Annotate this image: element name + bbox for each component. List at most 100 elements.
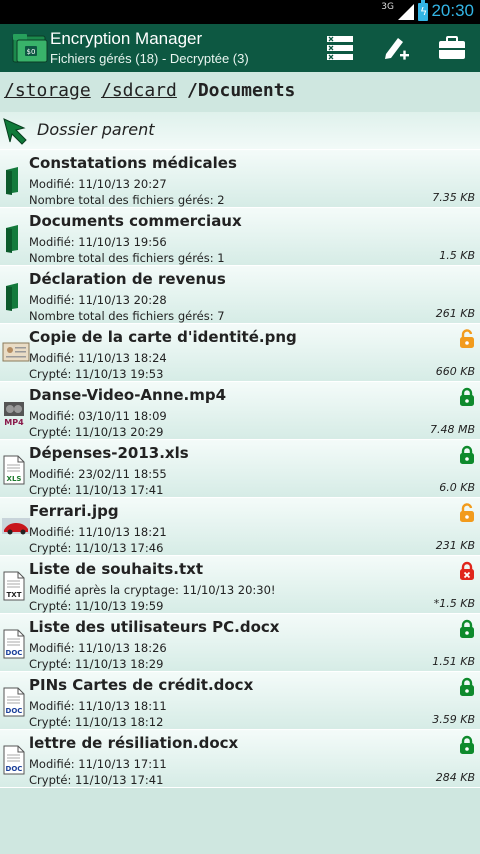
file-modified: Modifié: 11/10/13 18:11 [29,699,167,713]
image-car-icon [2,512,30,544]
file-size: 660 KB [435,365,475,378]
file-modified: Modifié: 11/10/13 19:56 [29,235,167,249]
file-size: 7.35 KB [432,191,475,204]
svg-text:DOC: DOC [6,765,23,773]
breadcrumb-sdcard[interactable]: /sdcard [101,80,177,101]
lock-closed-icon[interactable] [459,445,475,465]
svg-text:DOC: DOC [6,707,23,715]
file-modified: Modifié: 11/10/13 18:26 [29,641,167,655]
file-detail: Crypté: 11/10/13 18:29 [29,657,164,671]
battery-icon: ϟ [418,0,428,21]
file-detail: Crypté: 11/10/13 17:41 [29,483,164,497]
file-row-1[interactable]: Documents commerciaux Modifié: 11/10/13 … [0,208,480,266]
file-size: 6.0 KB [439,481,475,494]
breadcrumb: /storage /sdcard /Documents [0,72,480,112]
svg-text:TXT: TXT [7,591,22,599]
action-bar: $0 Encryption Manager Fichiers gérés (18… [0,24,480,72]
arrow-up-left-icon [3,118,27,145]
file-row-9[interactable]: DOC PINs Cartes de crédit.docx Modifié: … [0,672,480,730]
file-name: Déclaration de revenus [29,270,226,288]
status-clock: 20:30 [431,1,474,20]
video-icon: MP4 [2,396,26,428]
file-detail: Crypté: 11/10/13 17:41 [29,773,164,787]
file-size: 3.59 KB [432,713,475,726]
file-name: Copie de la carte d'identité.png [29,328,297,346]
svg-text:DOC: DOC [6,649,23,657]
file-row-8[interactable]: DOC Liste des utilisateurs PC.docx Modif… [0,614,480,672]
lock-closed-icon[interactable] [459,387,475,407]
lock-closed-icon[interactable] [459,619,475,639]
file-modified: Modifié: 11/10/13 20:27 [29,177,167,191]
breadcrumb-storage[interactable]: /storage [4,80,91,101]
svg-text:$0: $0 [27,48,36,56]
file-list: Constatations médicales Modifié: 11/10/1… [0,150,480,788]
lock-open-icon[interactable] [459,329,475,349]
file-detail: Nombre total des fichiers gérés: 7 [29,309,225,323]
edit-add-icon[interactable] [380,32,412,64]
file-row-5[interactable]: XLS Dépenses-2013.xls Modifié: 23/02/11 … [0,440,480,498]
file-size: 1.51 KB [432,655,475,668]
image-id-icon [2,338,30,370]
file-size: *1.5 KB [433,597,475,610]
file-row-3[interactable]: Copie de la carte d'identité.png Modifié… [0,324,480,382]
file-name: Documents commerciaux [29,212,242,230]
file-size: 284 KB [435,771,475,784]
file-detail: Nombre total des fichiers gérés: 2 [29,193,225,207]
file-row-10[interactable]: DOC lettre de résiliation.docx Modifié: … [0,730,480,788]
file-name: Ferrari.jpg [29,502,119,520]
file-modified: Modifié: 11/10/13 18:21 [29,525,167,539]
briefcase-icon[interactable] [436,32,468,64]
file-name: Liste des utilisateurs PC.docx [29,618,280,636]
file-modified: Modifié après la cryptage: 11/10/13 20:3… [29,583,276,597]
file-row-7[interactable]: TXT Liste de souhaits.txt Modifié après … [0,556,480,614]
file-size: 1.5 KB [439,249,475,262]
signal-icon [398,4,414,20]
folder-icon [2,280,26,312]
app-subtitle: Fichiers gérés (18) - Decryptée (3) [50,51,249,66]
file-detail: Nombre total des fichiers gérés: 1 [29,251,225,265]
file-name: Constatations médicales [29,154,237,172]
file-modified: Modifié: 03/10/11 18:09 [29,409,167,423]
folder-icon [2,222,26,254]
svg-text:XLS: XLS [7,475,22,483]
file-row-2[interactable]: Déclaration de revenus Modifié: 11/10/13… [0,266,480,324]
file-detail: Crypté: 11/10/13 19:53 [29,367,164,381]
file-detail: Crypté: 11/10/13 18:12 [29,715,164,729]
file-name: Danse-Video-Anne.mp4 [29,386,227,404]
file-name: Dépenses-2013.xls [29,444,189,462]
doc-icon: DOC [2,628,26,660]
folder-icon [2,164,26,196]
parent-folder-label: Dossier parent [37,120,155,139]
file-detail: Crypté: 11/10/13 20:29 [29,425,164,439]
file-row-4[interactable]: MP4 Danse-Video-Anne.mp4 Modifié: 03/10/… [0,382,480,440]
file-size: 261 KB [435,307,475,320]
file-size: 7.48 MB [429,423,475,436]
file-row-0[interactable]: Constatations médicales Modifié: 11/10/1… [0,150,480,208]
file-name: Liste de souhaits.txt [29,560,203,578]
file-name: lettre de résiliation.docx [29,734,239,752]
lock-closed-icon[interactable] [459,677,475,697]
app-title: Encryption Manager [50,29,203,48]
xls-icon: XLS [2,454,26,486]
parent-folder-row[interactable]: Dossier parent [0,112,480,150]
file-modified: Modifié: 11/10/13 17:11 [29,757,167,771]
file-modified: Modifié: 11/10/13 18:24 [29,351,167,365]
breadcrumb-documents: /Documents [187,80,296,101]
status-bar: 3G ϟ 20:30 [0,0,480,24]
file-name: PINs Cartes de crédit.docx [29,676,254,694]
file-row-6[interactable]: Ferrari.jpg Modifié: 11/10/13 18:21 Cryp… [0,498,480,556]
lock-closed-icon[interactable] [459,735,475,755]
txt-icon: TXT [2,570,26,602]
lock-error-icon[interactable] [459,561,475,581]
doc-icon: DOC [2,744,26,776]
app-folder-icon[interactable]: $0 [12,32,48,64]
file-detail: Crypté: 11/10/13 19:59 [29,599,164,613]
file-modified: Modifié: 11/10/13 20:28 [29,293,167,307]
select-list-icon[interactable] [324,32,356,64]
network-type: 3G [381,2,394,12]
lock-open-icon[interactable] [459,503,475,523]
file-detail: Crypté: 11/10/13 17:46 [29,541,164,555]
doc-icon: DOC [2,686,26,718]
svg-text:MP4: MP4 [4,418,24,427]
file-size: 231 KB [435,539,475,552]
